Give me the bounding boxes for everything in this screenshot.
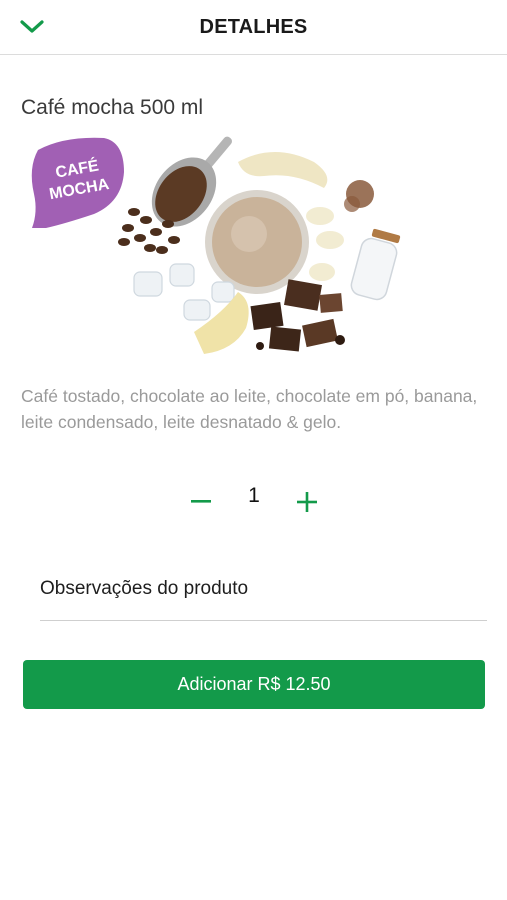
- product-notes-field: [40, 570, 487, 621]
- page-title: DETALHES: [199, 16, 308, 38]
- milk-bottle: [350, 228, 401, 301]
- product-notes-input[interactable]: [40, 570, 487, 600]
- cafe-mocha-badge: CAFÉ MOCHA: [31, 137, 124, 228]
- product-image: CAFÉ MOCHA: [24, 132, 404, 358]
- product-description: Café tostado, chocolate ao leite, chocol…: [21, 386, 478, 432]
- minus-icon: [191, 500, 211, 503]
- decrease-quantity-button[interactable]: [183, 482, 219, 522]
- increase-quantity-button[interactable]: [289, 482, 325, 522]
- quantity-value: 1: [248, 484, 260, 507]
- top-bar: DETALHES: [0, 0, 507, 55]
- plus-icon: [297, 492, 317, 512]
- product-name: Café mocha 500 ml: [21, 96, 204, 119]
- add-to-cart-button[interactable]: Adicionar R$ 12.50: [23, 660, 485, 709]
- drink-glass: [205, 190, 309, 294]
- quantity-stepper: 1: [0, 480, 507, 524]
- cocoa-powder: [344, 180, 374, 212]
